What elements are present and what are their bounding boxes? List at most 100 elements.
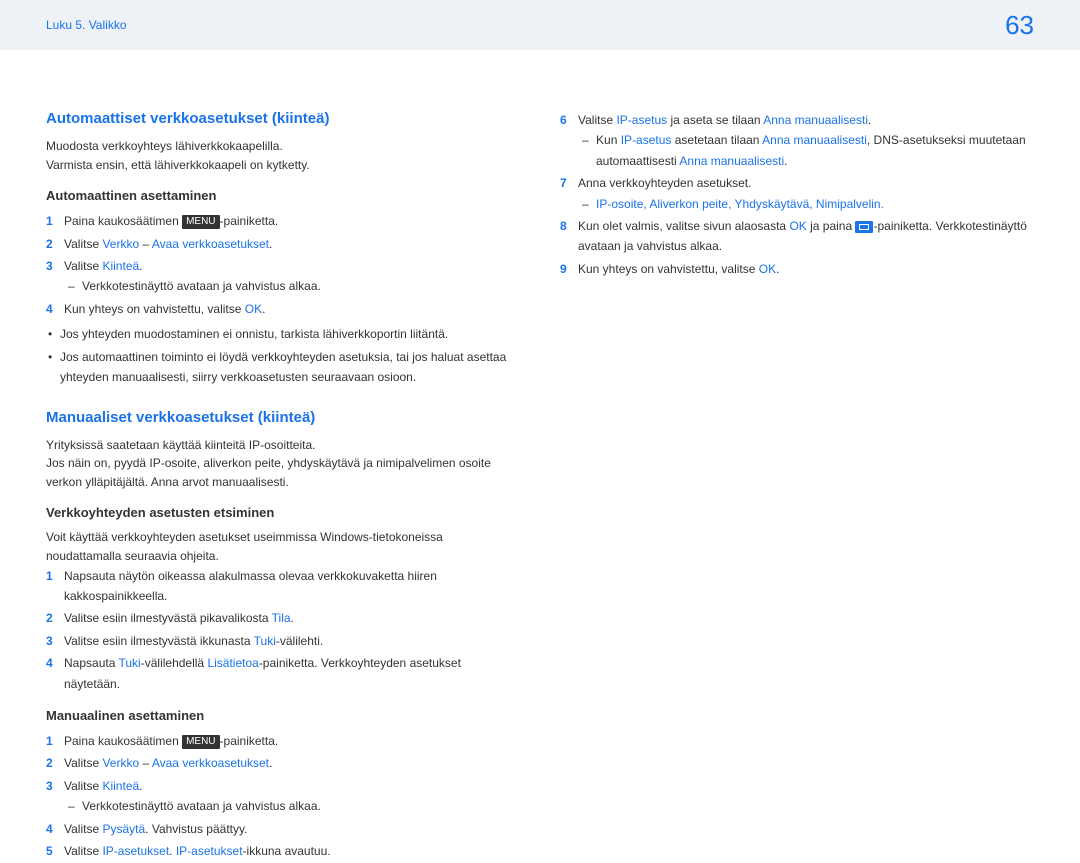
text: -ikkuna avautuu. bbox=[243, 844, 331, 858]
anna-manuaalisesti: Anna manuaalisesti bbox=[762, 133, 867, 147]
dash-item: Kun IP-asetus asetetaan tilaan Anna manu… bbox=[596, 130, 1034, 171]
auto-step-4: 4 Kun yhteys on vahvistettu, valitse OK. bbox=[46, 299, 520, 319]
text: Napsauta näytön oikeassa alakulmassa ole… bbox=[64, 569, 437, 603]
page-header: Luku 5. Valikko 63 bbox=[0, 0, 1080, 50]
heading-manual-setup: Manuaalinen asettaminen bbox=[46, 708, 520, 723]
text: . bbox=[139, 779, 142, 793]
text: Kun yhteys on vahvistettu, valitse bbox=[64, 302, 245, 316]
text: . bbox=[139, 259, 142, 273]
text: . bbox=[784, 154, 787, 168]
lisatietoa: Lisätietoa bbox=[207, 656, 258, 670]
ip-asetukset: IP-asetukset bbox=[176, 844, 243, 858]
text: Paina kaukosäätimen bbox=[64, 214, 182, 228]
text: Paina kaukosäätimen bbox=[64, 734, 182, 748]
r-step-6: 6 Valitse IP-asetus ja aseta se tilaan A… bbox=[560, 110, 1034, 171]
verkko: Verkko bbox=[102, 237, 139, 251]
text: . bbox=[262, 302, 265, 316]
text: Anna verkkoyhteyden asetukset. bbox=[578, 176, 751, 190]
find-step-1: 1Napsauta näytön oikeassa alakulmassa ol… bbox=[46, 566, 520, 607]
text: – bbox=[139, 756, 152, 770]
kiintea: Kiinteä bbox=[102, 259, 139, 273]
text: Kun olet valmis, valitse sivun alaosasta bbox=[578, 219, 789, 233]
dash-list: Verkkotestinäyttö avataan ja vahvistus a… bbox=[64, 276, 520, 296]
r-step-7: 7 Anna verkkoyhteyden asetukset. IP-osoi… bbox=[560, 173, 1034, 214]
man-step-5: 5 Valitse IP-asetukset. IP-asetukset-ikk… bbox=[46, 841, 520, 861]
text: Valitse bbox=[64, 259, 102, 273]
text: Valitse bbox=[64, 779, 102, 793]
heading-auto-setup: Automaattinen asettaminen bbox=[46, 188, 520, 203]
enter-icon bbox=[855, 221, 873, 233]
text: -välilehdellä bbox=[141, 656, 208, 670]
text: – bbox=[139, 237, 152, 251]
find-step-2: 2 Valitse esiin ilmestyvästä pikavalikos… bbox=[46, 608, 520, 628]
auto-step-3: 3 Valitse Kiinteä. Verkkotestinäyttö ava… bbox=[46, 256, 520, 297]
text: ja aseta se tilaan bbox=[667, 113, 763, 127]
text: . bbox=[169, 844, 176, 858]
dash-item: Verkkotestinäyttö avataan ja vahvistus a… bbox=[82, 796, 520, 816]
dash-item: IP-osoite, Aliverkon peite, Yhdyskäytävä… bbox=[596, 194, 1034, 214]
text: -painiketta. bbox=[220, 214, 279, 228]
text: Valitse bbox=[64, 756, 102, 770]
text: ja paina bbox=[807, 219, 856, 233]
text: . bbox=[776, 262, 779, 276]
pysayta: Pysäytä bbox=[102, 822, 145, 836]
text: . Vahvistus päättyy. bbox=[145, 822, 247, 836]
man-steps: 1 Paina kaukosäätimen MENU-painiketta. 2… bbox=[46, 731, 520, 861]
verkko: Verkko bbox=[102, 756, 139, 770]
right-steps: 6 Valitse IP-asetus ja aseta se tilaan A… bbox=[560, 110, 1034, 279]
auto-step-2: 2 Valitse Verkko – Avaa verkkoasetukset. bbox=[46, 234, 520, 254]
breadcrumb: Luku 5. Valikko bbox=[46, 18, 127, 32]
dash-list: IP-osoite, Aliverkon peite, Yhdyskäytävä… bbox=[578, 194, 1034, 214]
find-p: Voit käyttää verkkoyhteyden asetukset us… bbox=[46, 528, 520, 565]
ip-asetus: IP-asetus bbox=[616, 113, 667, 127]
text: Valitse bbox=[64, 237, 102, 251]
auto-p2: Varmista ensin, että lähiverkkokaapeli o… bbox=[46, 156, 520, 175]
text: Valitse bbox=[578, 113, 616, 127]
text: Valitse esiin ilmestyvästä ikkunasta bbox=[64, 634, 254, 648]
avaa-verkkoasetukset: Avaa verkkoasetukset bbox=[152, 237, 269, 251]
note-2: Jos automaattinen toiminto ei löydä verk… bbox=[60, 348, 520, 386]
find-step-3: 3 Valitse esiin ilmestyvästä ikkunasta T… bbox=[46, 631, 520, 651]
ip-asetukset: IP-asetukset bbox=[102, 844, 169, 858]
text: asetetaan tilaan bbox=[671, 133, 762, 147]
auto-step-1: 1 Paina kaukosäätimen MENU-painiketta. bbox=[46, 211, 520, 231]
man-step-2: 2 Valitse Verkko – Avaa verkkoasetukset. bbox=[46, 753, 520, 773]
heading-auto-network: Automaattiset verkkoasetukset (kiinteä) bbox=[46, 110, 520, 127]
man-p1: Yrityksissä saatetaan käyttää kiinteitä … bbox=[46, 436, 520, 455]
text: Valitse bbox=[64, 844, 102, 858]
text: . bbox=[291, 611, 294, 625]
text: . bbox=[269, 756, 272, 770]
dash-list: Verkkotestinäyttö avataan ja vahvistus a… bbox=[64, 796, 520, 816]
man-p2: Jos näin on, pyydä IP-osoite, aliverkon … bbox=[46, 454, 520, 491]
anna-manuaalisesti: Anna manuaalisesti bbox=[679, 154, 784, 168]
ok: OK bbox=[759, 262, 776, 276]
find-steps: 1Napsauta näytön oikeassa alakulmassa ol… bbox=[46, 566, 520, 694]
auto-p1: Muodosta verkkoyhteys lähiverkkokaapelil… bbox=[46, 137, 520, 156]
note-1: Jos yhteyden muodostaminen ei onnistu, t… bbox=[60, 325, 520, 344]
left-column: Automaattiset verkkoasetukset (kiinteä) … bbox=[46, 110, 520, 863]
text: . bbox=[868, 113, 871, 127]
tila: Tila bbox=[272, 611, 291, 625]
anna-manuaalisesti: Anna manuaalisesti bbox=[763, 113, 868, 127]
menu-chip: MENU bbox=[182, 215, 219, 229]
man-step-3: 3 Valitse Kiinteä. Verkkotestinäyttö ava… bbox=[46, 776, 520, 817]
page-number: 63 bbox=[1005, 10, 1034, 41]
man-step-4: 4 Valitse Pysäytä. Vahvistus päättyy. bbox=[46, 819, 520, 839]
auto-steps: 1 Paina kaukosäätimen MENU-painiketta. 2… bbox=[46, 211, 520, 319]
text: Napsauta bbox=[64, 656, 119, 670]
man-step-1: 1 Paina kaukosäätimen MENU-painiketta. bbox=[46, 731, 520, 751]
text: Kun bbox=[596, 133, 621, 147]
right-column: 6 Valitse IP-asetus ja aseta se tilaan A… bbox=[560, 110, 1034, 863]
text: Valitse bbox=[64, 822, 102, 836]
heading-find-settings: Verkkoyhteyden asetusten etsiminen bbox=[46, 505, 520, 520]
dash-item: Verkkotestinäyttö avataan ja vahvistus a… bbox=[82, 276, 520, 296]
avaa-verkkoasetukset: Avaa verkkoasetukset bbox=[152, 756, 269, 770]
content-area: Automaattiset verkkoasetukset (kiinteä) … bbox=[0, 50, 1080, 863]
tuki: Tuki bbox=[254, 634, 276, 648]
text: . bbox=[269, 237, 272, 251]
ip-fields: IP-osoite, Aliverkon peite, Yhdyskäytävä… bbox=[596, 197, 884, 211]
r-step-8: 8 Kun olet valmis, valitse sivun alaosas… bbox=[560, 216, 1034, 257]
ok: OK bbox=[245, 302, 262, 316]
text: Valitse esiin ilmestyvästä pikavalikosta bbox=[64, 611, 272, 625]
text: Kun yhteys on vahvistettu, valitse bbox=[578, 262, 759, 276]
